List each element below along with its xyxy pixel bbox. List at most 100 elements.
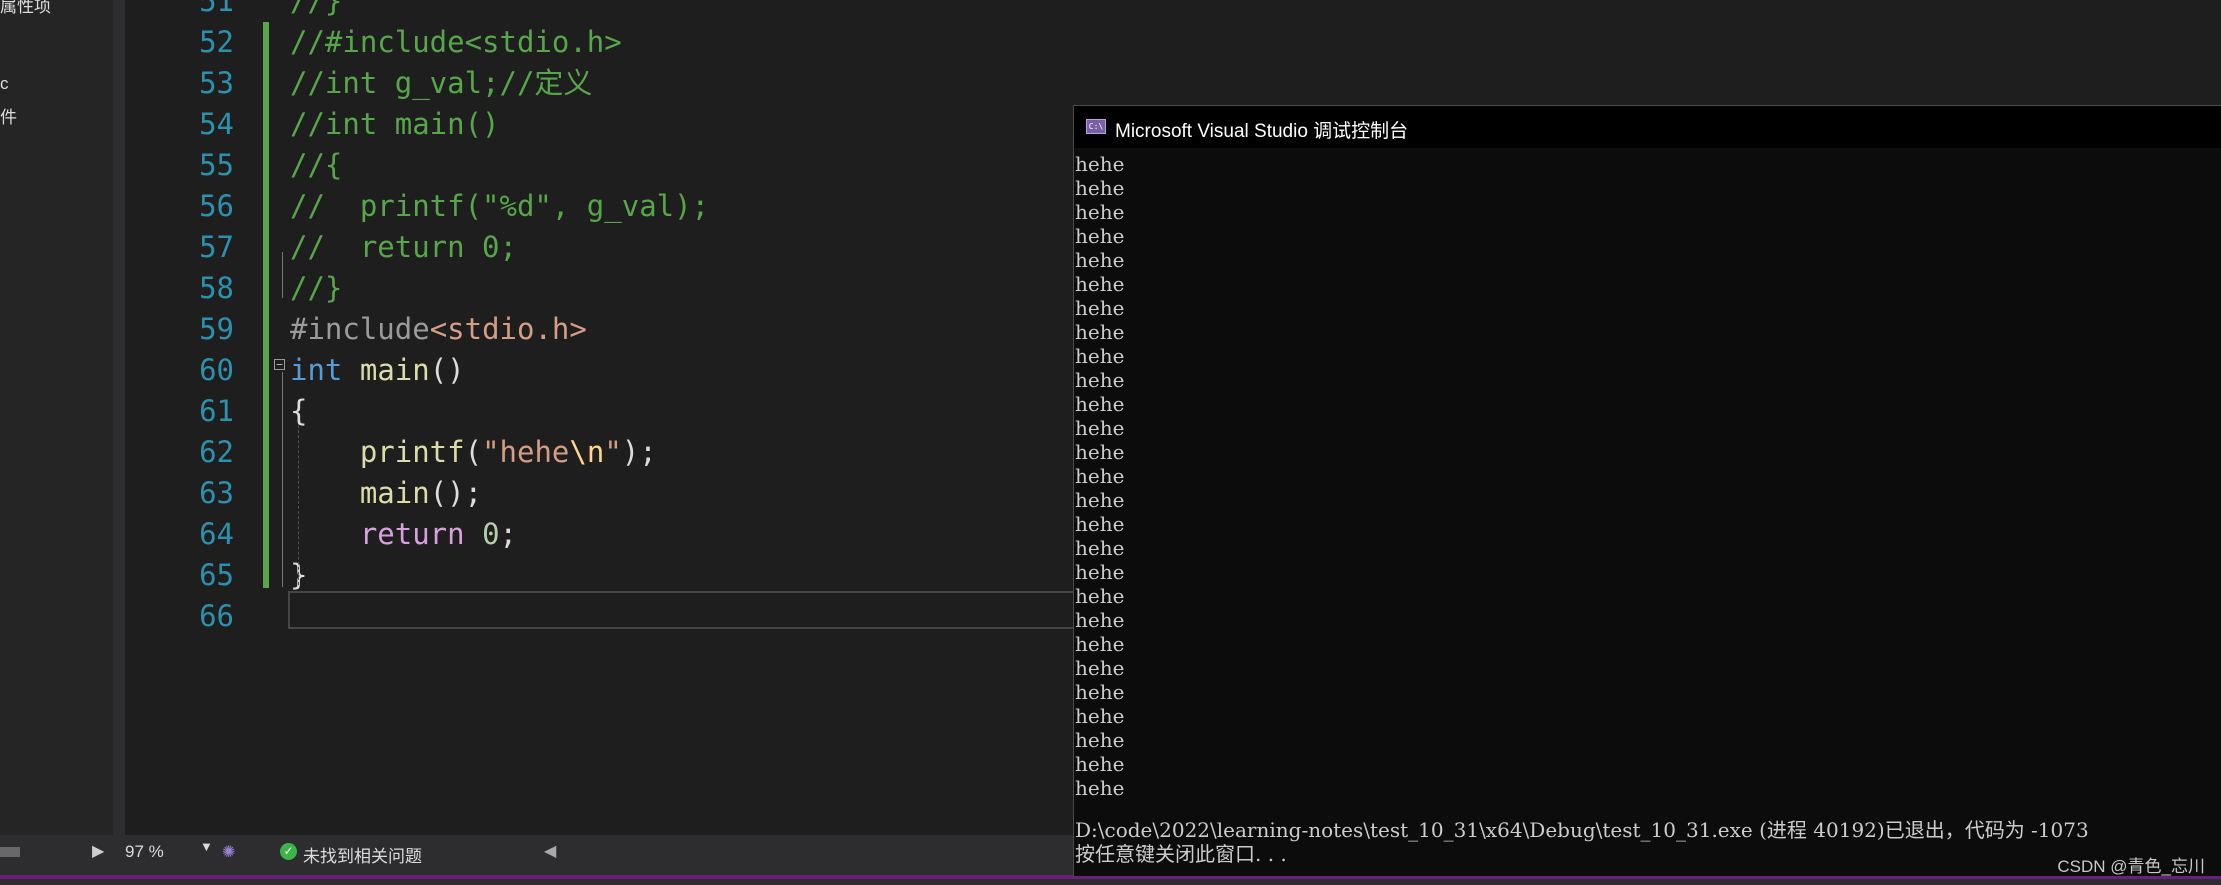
code-line[interactable]: //} [290, 268, 342, 309]
debug-console-window[interactable]: C:\ Microsoft Visual Studio 调试控制台 hehe he… [1073, 105, 2221, 876]
console-close-prompt: 按任意键关闭此窗口. . . [1075, 842, 1287, 866]
code-line[interactable]: #include<stdio.h> [290, 309, 587, 350]
code-token: ); [621, 435, 657, 469]
console-output-line: hehe [1075, 248, 1125, 272]
code-line[interactable]: //#include<stdio.h> [290, 22, 622, 63]
console-output-line: hehe [1075, 152, 1125, 176]
console-output-line: hehe [1075, 536, 1125, 560]
comment-block-bracket [282, 252, 283, 298]
console-title: Microsoft Visual Studio 调试控制台 [1115, 121, 1409, 142]
editor-gutter [125, 0, 149, 835]
console-output-line: hehe [1075, 680, 1125, 704]
line-number: 58 [199, 271, 234, 305]
code-token: (); [429, 476, 483, 510]
line-number: 61 [199, 394, 234, 428]
chevron-down-icon[interactable]: ▼ [200, 839, 213, 854]
console-output-line: hehe [1075, 752, 1125, 776]
code-line[interactable]: int main() [290, 350, 465, 391]
sidebar-item-file[interactable]: 件 [0, 103, 17, 128]
console-exit-message: D:\code\2022\learning-notes\test_10_31\x… [1075, 818, 2089, 842]
line-number: 55 [199, 148, 234, 182]
console-output-line: hehe [1075, 728, 1125, 752]
code-line[interactable]: //int main() [290, 104, 500, 145]
code-line[interactable]: //{ [290, 145, 342, 186]
console-output-line: hehe [1075, 584, 1125, 608]
scroll-left-arrow-icon[interactable]: ◀ [544, 841, 556, 861]
indent-guide [298, 425, 299, 585]
console-output-line: hehe [1075, 488, 1125, 512]
editor-status-bar: ▶ 97 % ▼ ✺ ✓ 未找到相关问题 ◀ [0, 835, 1075, 871]
code-token: () [429, 353, 465, 387]
console-output-line: hehe [1075, 176, 1125, 200]
console-output-line: hehe [1075, 320, 1125, 344]
code-token: int [290, 353, 343, 387]
code-token: "hehe [482, 435, 570, 469]
console-output[interactable]: hehe hehe hehe hehe hehe hehe hehe hehe hehe hehe… [1074, 152, 2221, 876]
code-token: ; [499, 517, 518, 551]
console-output-line: hehe [1075, 776, 1125, 800]
line-number: 65 [199, 558, 234, 592]
console-output-line: hehe [1075, 200, 1125, 224]
code-line[interactable]: printf("hehe\n"); [290, 432, 657, 473]
console-output-line: hehe [1075, 344, 1125, 368]
watermark-text: CSDN @青色_忘川 [2057, 857, 2205, 876]
zoom-level-dropdown[interactable]: 97 % [125, 842, 210, 864]
console-output-line: hehe [1075, 440, 1125, 464]
code-token: //} [290, 271, 343, 305]
code-token: //} [290, 0, 343, 18]
console-output-line: hehe [1075, 296, 1125, 320]
line-number: 64 [199, 517, 234, 551]
line-number: 59 [199, 312, 234, 346]
code-token: main [359, 353, 430, 387]
code-token: <stdio.h> [429, 312, 587, 346]
console-output-line: hehe [1075, 560, 1125, 584]
code-token: { [290, 394, 308, 428]
code-token: // printf("%d", g_val); [290, 189, 710, 223]
code-token: return [359, 517, 465, 551]
sidebar-item-properties[interactable]: 属性项 [0, 0, 51, 17]
copilot-icon[interactable]: ✺ [222, 842, 235, 862]
line-number: 60 [199, 353, 234, 387]
code-line[interactable]: return 0; [290, 514, 517, 555]
code-line[interactable]: // printf("%d", g_val); [290, 186, 709, 227]
code-line[interactable]: // return 0; [290, 227, 517, 268]
line-number: 54 [199, 107, 234, 141]
console-output-line: hehe [1075, 608, 1125, 632]
line-number: 57 [199, 230, 234, 264]
code-token: \n [569, 435, 605, 469]
code-line[interactable]: //int g_val;//定义 [290, 63, 592, 104]
console-output-line: hehe [1075, 368, 1125, 392]
code-token: //#include<stdio.h> [290, 25, 622, 59]
change-indicator-bar [263, 22, 269, 588]
console-output-line: hehe [1075, 416, 1125, 440]
code-token: 0 [482, 517, 500, 551]
line-number: 53 [199, 66, 234, 100]
sidebar-item-c[interactable]: c [0, 74, 9, 94]
panel-splitter[interactable] [113, 0, 125, 835]
issues-status-text[interactable]: 未找到相关问题 [303, 842, 422, 867]
code-token: #include [290, 312, 430, 346]
line-number: 66 [199, 599, 234, 633]
code-line[interactable]: main(); [290, 473, 482, 514]
code-token: main [359, 476, 430, 510]
console-output-line: hehe [1075, 224, 1125, 248]
console-app-icon: C:\ [1086, 119, 1106, 134]
code-line[interactable]: //} [290, 0, 342, 22]
code-token: //int main() [290, 107, 500, 141]
console-title-bar[interactable]: C:\ Microsoft Visual Studio 调试控制台 [1074, 106, 2221, 148]
code-token: //int g_val;//定义 [290, 66, 593, 100]
horizontal-scroll-thumb[interactable] [0, 847, 20, 857]
console-output-line: hehe [1075, 464, 1125, 488]
check-circle-icon: ✓ [280, 843, 297, 860]
line-number: 51 [199, 0, 234, 18]
code-token: " [604, 435, 622, 469]
code-token: // return 0; [290, 230, 517, 264]
line-number: 52 [199, 25, 234, 59]
scroll-right-arrow-icon[interactable]: ▶ [92, 841, 104, 861]
console-output-line: hehe [1075, 656, 1125, 680]
collapse-toggle-icon[interactable]: − [274, 359, 285, 370]
